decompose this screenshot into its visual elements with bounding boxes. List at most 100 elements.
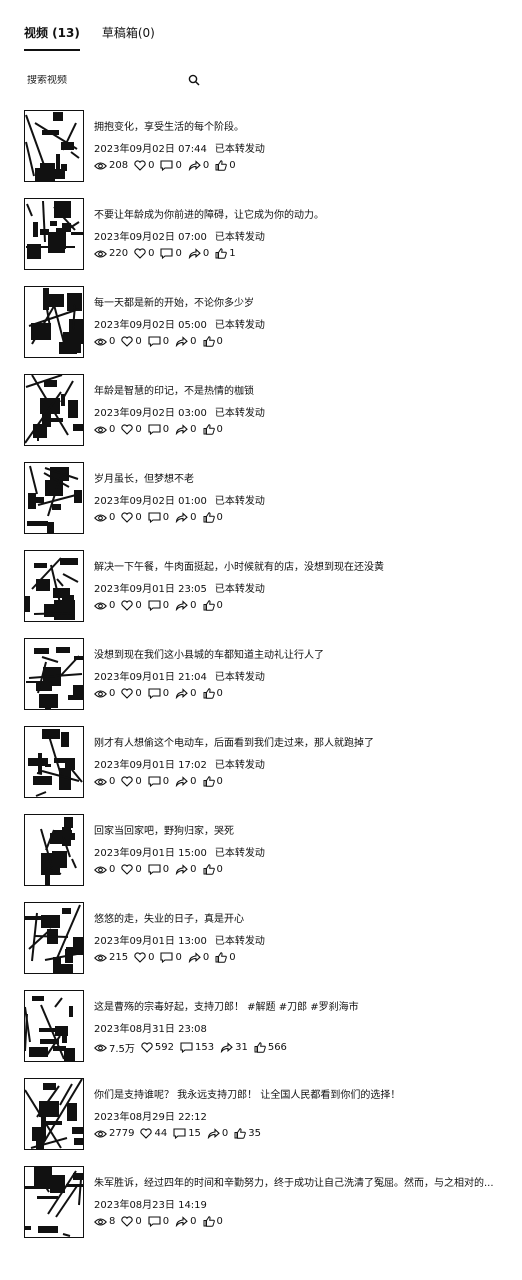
video-thumbnail[interactable] [24, 550, 84, 622]
publish-time: 2023年08月23日 14:19 [94, 1200, 207, 1211]
comment-icon [160, 160, 175, 171]
stat-shares-count: 31 [235, 1042, 248, 1053]
comment-icon [148, 512, 163, 523]
video-thumbnail[interactable] [24, 990, 84, 1062]
publish-time: 2023年08月31日 23:08 [94, 1024, 207, 1035]
stat-views: 0 [94, 688, 115, 699]
video-thumbnail[interactable] [24, 286, 84, 358]
stat-thumbs-count: 0 [216, 864, 223, 875]
stat-shares-count: 0 [190, 600, 197, 611]
video-title[interactable]: 悠悠的走，失业的日子，真是开心 [94, 910, 244, 925]
stat-shares-count: 0 [202, 248, 210, 259]
stat-likes-count: 0 [135, 512, 142, 523]
stat-views: 208 [94, 160, 128, 171]
video-list-item[interactable]: 回家当回家吧，野狗归家，哭死 2023年09月01日 15:00 已本转发动 0 0 0 0… [24, 814, 504, 902]
video-thumbnail[interactable] [24, 110, 84, 182]
video-stats: 220 0 0 0 1 [94, 248, 242, 259]
stat-comments: 0 [160, 952, 182, 963]
video-list-item[interactable]: 悠悠的走，失业的日子，真是开心 2023年09月01日 13:00 已本转发动 215… [24, 902, 504, 990]
stat-likes-count: 0 [148, 160, 155, 171]
video-list-item[interactable]: 解决一下午餐，牛肉面挺起，小时候就有的店，没想到现在还没黄 2023年09月01日… [24, 550, 504, 638]
video-stats: 0 0 0 0 0 [94, 424, 229, 435]
publish-time: 2023年09月01日 23:05 [94, 584, 207, 595]
stat-comments-count: 0 [162, 336, 170, 347]
tab-videos[interactable]: 视频 (13) [24, 22, 80, 51]
video-thumbnail[interactable] [24, 726, 84, 798]
stat-views: 8 [94, 1216, 115, 1227]
publish-time: 2023年09月01日 21:04 [94, 672, 207, 683]
video-thumbnail[interactable] [24, 1166, 84, 1238]
video-list-item[interactable]: 朱军胜诉，经过四年的时间和辛勤努力，终于成功让自己洗清了冤屈。然而，与之相对的.… [24, 1166, 504, 1254]
publish-time: 2023年08月29日 22:12 [94, 1112, 207, 1123]
video-title[interactable]: 岁月虽长，但梦想不老 [94, 470, 194, 485]
stat-shares: 0 [175, 1216, 197, 1227]
thumbs-up-icon [203, 600, 217, 611]
stat-views-count: 0 [109, 424, 116, 435]
stat-likes: 0 [121, 1216, 142, 1227]
stat-comments: 153 [180, 1042, 214, 1053]
stat-likes-count: 44 [154, 1128, 168, 1139]
search-input[interactable] [24, 74, 157, 86]
stat-thumbs-count: 0 [229, 160, 236, 171]
stat-thumbs: 0 [203, 600, 223, 611]
video-title[interactable]: 解决一下午餐，牛肉面挺起，小时候就有的店，没想到现在还没黄 [94, 558, 384, 573]
video-title[interactable]: 年龄是智慧的印记，不是热情的枷锁 [94, 382, 254, 397]
video-thumbnail[interactable] [24, 814, 84, 886]
video-title[interactable]: 拥抱变化，享受生活的每个阶段。 [94, 118, 244, 133]
video-thumbnail[interactable] [24, 1078, 84, 1150]
stat-thumbs-count: 0 [216, 336, 223, 347]
video-thumbnail[interactable] [24, 198, 84, 270]
video-list-item[interactable]: 你们是支持谁呢？ 我永远支持刀郎！ 让全国人民都看到你们的选择！ 2023年08月… [24, 1078, 504, 1166]
share-icon [175, 864, 190, 875]
video-meta: 2023年09月01日 13:00 已本转发动 [94, 932, 265, 947]
stat-shares: 31 [220, 1042, 248, 1053]
video-list-item[interactable]: 没想到现在我们这小县城的车都知道主动礼让行人了 2023年09月01日 21:04… [24, 638, 504, 726]
tab-drafts[interactable]: 草稿箱(0) [102, 22, 155, 50]
video-list-item[interactable]: 岁月虽长，但梦想不老 2023年09月02日 01:00 已本转发动 0 0 0 0 0 [24, 462, 504, 550]
comment-icon [148, 776, 163, 787]
stat-thumbs: 1 [215, 248, 236, 259]
stat-comments-count: 0 [175, 160, 182, 171]
video-thumbnail[interactable] [24, 902, 84, 974]
video-list-item[interactable]: 刚才有人想偷这个电动车，后面看到我们走过来，那人就跑掉了 2023年09月01日 … [24, 726, 504, 814]
video-thumbnail[interactable] [24, 462, 84, 534]
stat-comments: 15 [173, 1128, 201, 1139]
video-title[interactable]: 你们是支持谁呢？ 我永远支持刀郎！ 让全国人民都看到你们的选择！ [94, 1086, 400, 1101]
search-icon[interactable] [188, 74, 200, 86]
stat-likes: 0 [121, 688, 142, 699]
heart-icon [134, 248, 148, 259]
stat-comments: 0 [148, 864, 169, 875]
stat-views: 215 [94, 952, 128, 963]
video-title[interactable]: 朱军胜诉，经过四年的时间和辛勤努力，终于成功让自己洗清了冤屈。然而，与之相对的.… [94, 1174, 494, 1189]
stat-comments-count: 0 [162, 600, 170, 611]
video-meta: 2023年09月02日 05:00 已本转发动 [94, 316, 265, 331]
stat-likes-count: 0 [135, 600, 142, 611]
video-list-item[interactable]: 每一天都是新的开始，不论你多少岁 2023年09月02日 05:00 已本转发动 0 0… [24, 286, 504, 374]
eye-icon [94, 953, 109, 963]
video-list-item[interactable]: 拥抱变化，享受生活的每个阶段。 2023年09月02日 07:44 已本转发动 208… [24, 110, 504, 198]
publish-time: 2023年09月01日 13:00 [94, 936, 207, 947]
video-title[interactable]: 回家当回家吧，野狗归家，哭死 [94, 822, 234, 837]
search-bar [24, 68, 200, 92]
heart-icon [121, 776, 135, 787]
publish-status: 已本转发动 [214, 936, 265, 947]
stat-views-count: 0 [109, 600, 116, 611]
video-list-item[interactable]: 年龄是智慧的印记，不是热情的枷锁 2023年09月02日 03:00 已本转发动 0 0… [24, 374, 504, 462]
video-title[interactable]: 不要让年龄成为你前进的障碍，让它成为你的动力。 [94, 206, 324, 221]
video-title[interactable]: 没想到现在我们这小县城的车都知道主动礼让行人了 [94, 646, 324, 661]
stat-shares: 0 [188, 248, 209, 259]
video-thumbnail[interactable] [24, 374, 84, 446]
video-thumbnail[interactable] [24, 638, 84, 710]
stat-likes-count: 0 [135, 776, 142, 787]
video-title[interactable]: 刚才有人想偷这个电动车，后面看到我们走过来，那人就跑掉了 [94, 734, 374, 749]
stat-views-count: 215 [109, 952, 129, 963]
video-list-item[interactable]: 不要让年龄成为你前进的障碍，让它成为你的动力。 2023年09月02日 07:00… [24, 198, 504, 286]
video-title[interactable]: 这是曹殇的宗毒好起，支持刀郎！ #解题 #刀郎 #罗刹海市 [94, 998, 359, 1013]
video-title[interactable]: 每一天都是新的开始，不论你多少岁 [94, 294, 254, 309]
video-list-item[interactable]: 这是曹殇的宗毒好起，支持刀郎！ #解题 #刀郎 #罗刹海市 2023年08月31日… [24, 990, 504, 1078]
stat-shares: 0 [175, 424, 197, 435]
publish-status: 已本转发动 [214, 672, 265, 683]
publish-time: 2023年09月02日 05:00 [94, 320, 207, 331]
stat-views-count: 0 [109, 336, 116, 347]
stat-views-count: 2779 [109, 1128, 135, 1139]
